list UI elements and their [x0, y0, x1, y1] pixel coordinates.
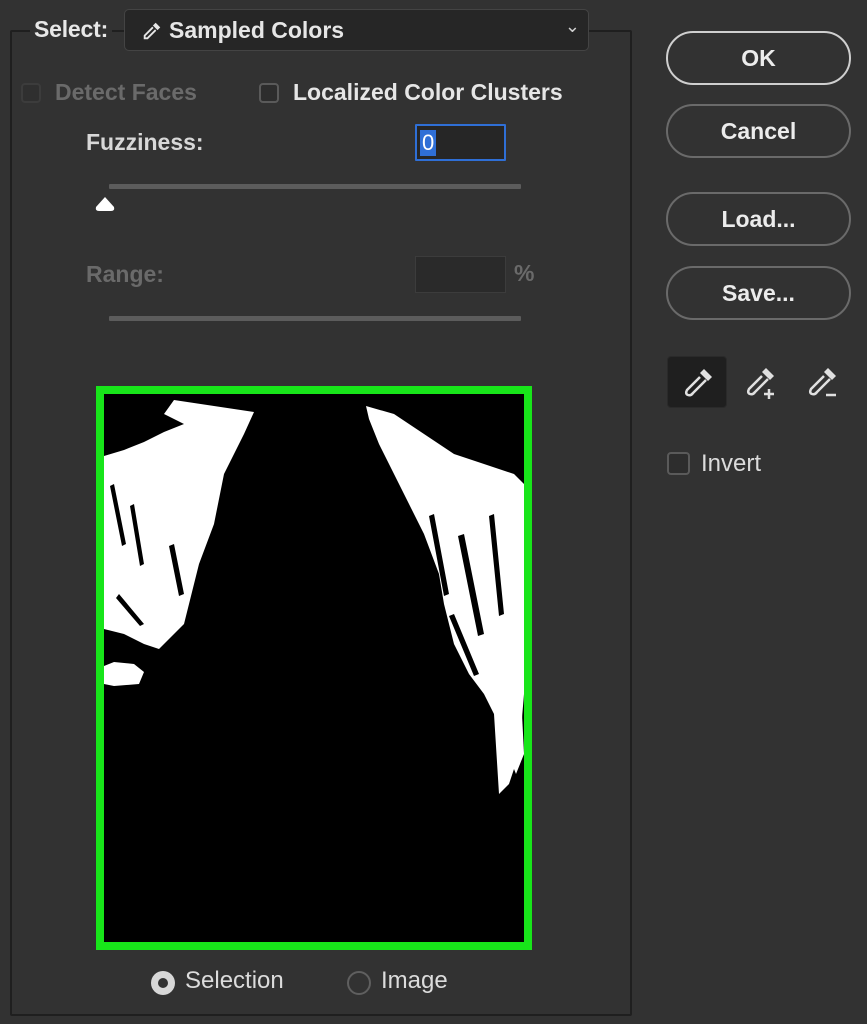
- localized-color-clusters-checkbox[interactable]: [259, 83, 279, 103]
- eyedropper-tool-button[interactable]: [667, 356, 727, 408]
- eyedropper-add-tool-button[interactable]: [730, 356, 790, 408]
- fuzziness-input[interactable]: 0: [415, 124, 506, 161]
- select-label: Select:: [30, 16, 113, 43]
- range-label: Range:: [86, 261, 164, 287]
- cancel-button[interactable]: Cancel: [666, 104, 851, 158]
- load-button[interactable]: Load...: [666, 192, 851, 246]
- detect-faces-checkbox[interactable]: [21, 83, 41, 103]
- fuzziness-label: Fuzziness:: [86, 129, 204, 155]
- range-unit: %: [514, 260, 535, 286]
- selection-radio-label: Selection: [185, 967, 284, 994]
- invert-label: Invert: [701, 450, 762, 477]
- save-button[interactable]: Save...: [666, 266, 851, 320]
- eyedropper-icon: [684, 369, 712, 397]
- range-slider-track[interactable]: [109, 316, 521, 321]
- selection-preview[interactable]: [96, 386, 532, 950]
- selection-radio[interactable]: [151, 971, 175, 995]
- eyedropper-icon: [143, 22, 161, 40]
- detect-faces-label: Detect Faces: [55, 79, 197, 105]
- eyedropper-plus-icon: [746, 368, 774, 399]
- fuzziness-value: 0: [420, 130, 437, 156]
- eyedropper-subtract-tool-button[interactable]: [792, 356, 852, 408]
- image-radio-label: Image: [381, 967, 448, 994]
- chevron-down-icon: ⌄: [564, 16, 580, 36]
- eyedropper-minus-icon: [808, 368, 836, 397]
- select-value: Sampled Colors: [169, 17, 345, 43]
- preview-mask-image: [104, 400, 524, 794]
- preview-left-region: [104, 400, 254, 649]
- invert-checkbox[interactable]: [667, 452, 690, 475]
- fuzziness-slider-track[interactable]: [109, 184, 521, 189]
- select-dropdown[interactable]: Sampled Colors ⌄: [124, 9, 589, 51]
- localized-color-clusters-label: Localized Color Clusters: [293, 79, 563, 105]
- fuzziness-slider-thumb[interactable]: [94, 195, 116, 213]
- range-input[interactable]: [415, 256, 506, 293]
- ok-button[interactable]: OK: [666, 31, 851, 85]
- image-radio[interactable]: [347, 971, 371, 995]
